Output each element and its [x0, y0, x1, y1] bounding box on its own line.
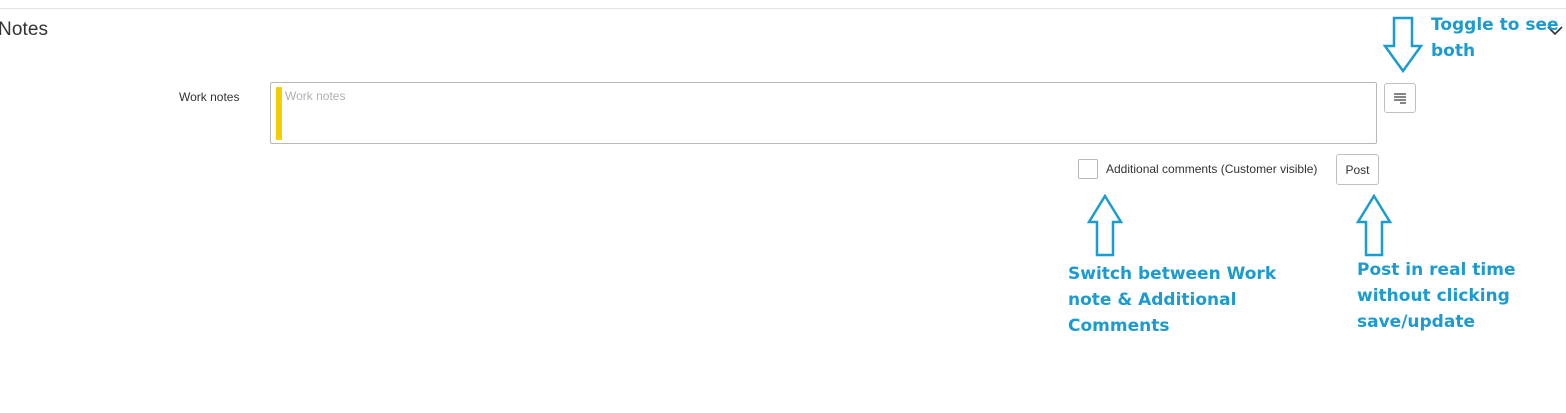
additional-comments-checkbox[interactable]: [1078, 159, 1098, 179]
annotation-line: Comments: [1068, 316, 1170, 336]
arrow-down-icon: [1382, 16, 1424, 74]
arrow-up-icon: [1086, 194, 1124, 257]
section-title: Notes: [0, 19, 49, 40]
annotation-line: without clicking: [1357, 286, 1510, 306]
annotation-switch: Switch between Work note & Additional Co…: [1068, 261, 1276, 339]
mandatory-indicator: [276, 87, 282, 140]
annotation-line: Toggle to see: [1431, 15, 1559, 35]
work-notes-input[interactable]: [285, 89, 1365, 137]
annotation-toggle: Toggle to see both: [1431, 12, 1559, 64]
annotation-line: both: [1431, 41, 1476, 61]
stacked-lines-icon: [1394, 93, 1406, 104]
annotation-line: Switch between Work: [1068, 264, 1277, 284]
additional-comments-label: Additional comments (Customer visible): [1106, 162, 1318, 176]
toggle-both-fields-button[interactable]: [1384, 83, 1416, 113]
section-divider: [0, 8, 1566, 9]
post-button[interactable]: Post: [1336, 154, 1379, 185]
annotation-line: save/update: [1357, 312, 1475, 332]
work-notes-field: [270, 82, 1377, 144]
work-notes-label: Work notes: [179, 90, 240, 104]
annotation-line: note & Additional: [1068, 290, 1237, 310]
arrow-up-icon: [1355, 194, 1393, 257]
annotation-post: Post in real time without clicking save/…: [1357, 257, 1515, 335]
annotation-line: Post in real time: [1357, 260, 1516, 280]
